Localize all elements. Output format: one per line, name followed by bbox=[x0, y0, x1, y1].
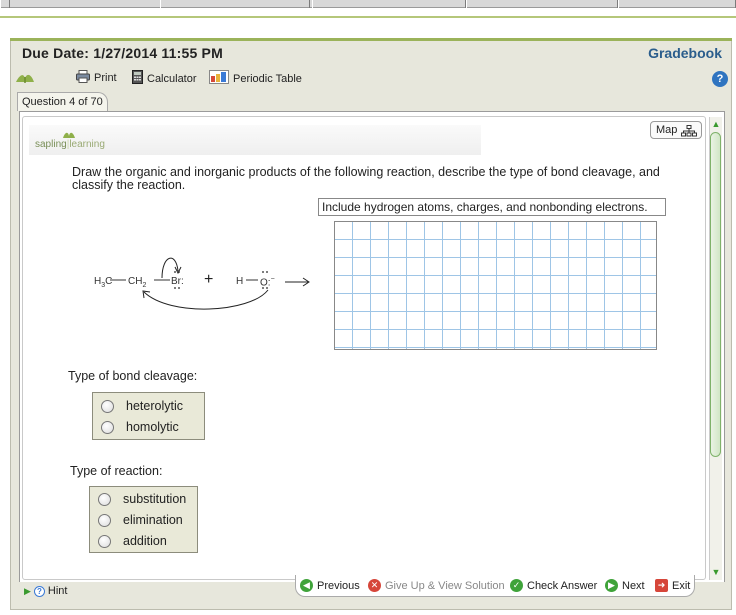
leaf-logo-icon bbox=[14, 70, 36, 84]
top-accent-line bbox=[0, 16, 736, 18]
drawing-canvas[interactable] bbox=[334, 221, 657, 350]
question-tab[interactable]: Question 4 of 70 bbox=[17, 92, 108, 111]
radio-icon[interactable] bbox=[98, 513, 111, 527]
sitemap-icon bbox=[681, 125, 697, 137]
radio-icon[interactable] bbox=[98, 534, 111, 548]
scroll-up-icon[interactable]: ▲ bbox=[710, 118, 722, 130]
print-label: Print bbox=[94, 72, 117, 84]
bond-cleavage-options: heterolytic homolytic bbox=[92, 392, 205, 440]
sapling-leaf-icon bbox=[63, 132, 75, 138]
hydroxide-h: H bbox=[236, 276, 244, 287]
map-button[interactable]: Map bbox=[650, 121, 702, 139]
calculator-label: Calculator bbox=[147, 72, 197, 85]
check-answer-button[interactable]: ✓ Check Answer bbox=[510, 579, 597, 592]
brand-logo: sapling|learning bbox=[35, 139, 105, 150]
electron-arrows bbox=[110, 257, 310, 310]
play-icon: ▶ bbox=[24, 585, 31, 596]
calculator-button[interactable]: Calculator bbox=[132, 70, 197, 87]
methyl-group: H3C bbox=[94, 276, 113, 289]
question-prompt: Draw the organic and inorganic products … bbox=[72, 165, 660, 192]
reaction-type-label: Type of reaction: bbox=[70, 464, 163, 478]
previous-button[interactable]: ◀ Previous bbox=[300, 579, 360, 592]
calculator-icon bbox=[132, 70, 143, 87]
radio-icon[interactable] bbox=[101, 420, 114, 434]
plus-sign: + bbox=[204, 271, 214, 288]
next-button[interactable]: ▶ Next bbox=[605, 579, 645, 592]
printer-icon bbox=[76, 70, 90, 86]
frame-accent bbox=[10, 38, 732, 41]
drawing-instructions: Include hydrogen atoms, charges, and non… bbox=[318, 198, 666, 216]
periodic-table-label: Periodic Table bbox=[233, 72, 302, 85]
bromine-atom: Br: bbox=[171, 276, 184, 287]
back-arrow-icon: ◀ bbox=[300, 579, 313, 592]
option-substitution[interactable]: substitution bbox=[98, 492, 186, 506]
due-date: Due Date: 1/27/2014 11:55 PM bbox=[22, 45, 223, 61]
browser-tab-strip bbox=[0, 0, 736, 8]
print-button[interactable]: Print bbox=[76, 70, 117, 86]
scroll-down-icon[interactable]: ▼ bbox=[710, 566, 722, 578]
radio-icon[interactable] bbox=[98, 492, 111, 506]
bond-cleavage-label: Type of bond cleavage: bbox=[68, 369, 198, 383]
option-homolytic[interactable]: homolytic bbox=[101, 420, 179, 434]
hint-button[interactable]: ▶ ? Hint bbox=[24, 585, 67, 597]
scrollbar-thumb[interactable] bbox=[710, 132, 721, 457]
exit-door-icon: ➜ bbox=[655, 579, 668, 592]
hint-bulb-icon: ? bbox=[33, 585, 45, 597]
cancel-icon: ✕ bbox=[368, 579, 381, 592]
radio-icon[interactable] bbox=[101, 399, 114, 413]
periodic-table-button[interactable]: Periodic Table bbox=[209, 70, 302, 87]
option-heterolytic[interactable]: heterolytic bbox=[101, 399, 183, 413]
give-up-button[interactable]: ✕ Give Up & View Solution bbox=[368, 579, 505, 592]
gradebook-link[interactable]: Gradebook bbox=[648, 45, 722, 61]
help-icon[interactable]: ? bbox=[712, 71, 728, 87]
hydroxide-oxygen: O:− bbox=[260, 276, 275, 289]
forward-arrow-icon: ▶ bbox=[605, 579, 618, 592]
reaction-type-options: substitution elimination addition bbox=[89, 486, 198, 553]
exit-button[interactable]: ➜ Exit bbox=[655, 579, 690, 592]
methylene-group: CH2 bbox=[128, 276, 147, 289]
periodic-table-icon bbox=[209, 70, 229, 87]
option-elimination[interactable]: elimination bbox=[98, 513, 183, 527]
option-addition[interactable]: addition bbox=[98, 534, 167, 548]
check-icon: ✓ bbox=[510, 579, 523, 592]
